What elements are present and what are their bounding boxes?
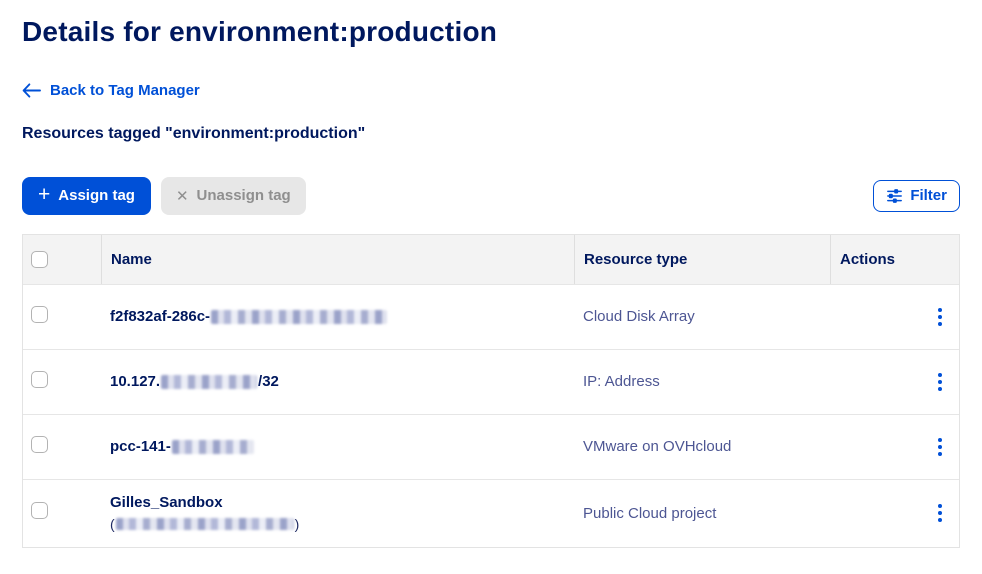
kebab-menu-icon[interactable] (932, 369, 948, 395)
plus-icon: + (38, 186, 50, 204)
table-row: f2f832af-286c- Cloud Disk Array (23, 284, 959, 349)
subtitle: Resources tagged "environment:production… (22, 125, 960, 143)
unassign-tag-button[interactable]: ✕ Unassign tag (161, 177, 306, 215)
resource-name: pcc-141- (110, 437, 171, 456)
table-row: pcc-141- VMware on OVHcloud (23, 414, 959, 479)
row-actions-cell (830, 304, 959, 330)
page-title: Details for environment:production (22, 16, 960, 48)
filter-button[interactable]: Filter (873, 180, 960, 212)
row-checkbox[interactable] (31, 436, 48, 453)
resource-name-cell: f2f832af-286c- (101, 307, 574, 326)
resource-type-cell: Cloud Disk Array (574, 308, 830, 325)
kebab-menu-icon[interactable] (932, 500, 948, 526)
select-all-checkbox[interactable] (31, 251, 48, 268)
row-checkbox[interactable] (31, 306, 48, 323)
column-header-name: Name (101, 235, 574, 284)
kebab-menu-icon[interactable] (932, 304, 948, 330)
row-actions-cell (830, 500, 959, 526)
column-header-actions: Actions (830, 235, 959, 284)
resource-type-cell: Public Cloud project (574, 505, 830, 522)
arrow-left-icon (22, 83, 41, 98)
unassign-tag-label: Unassign tag (197, 187, 291, 204)
resource-name-cell: Gilles_Sandbox () (101, 493, 574, 534)
kebab-menu-icon[interactable] (932, 434, 948, 460)
row-checkbox-cell (23, 306, 101, 328)
page: Details for environment:production Back … (0, 16, 982, 548)
row-checkbox-cell (23, 371, 101, 393)
row-checkbox[interactable] (31, 371, 48, 388)
assign-tag-label: Assign tag (58, 187, 135, 204)
sliders-icon (886, 188, 903, 204)
close-icon: ✕ (176, 187, 189, 205)
row-checkbox[interactable] (31, 502, 48, 519)
table-row: Gilles_Sandbox () Public Cloud project (23, 479, 959, 547)
assign-tag-button[interactable]: + Assign tag (22, 177, 151, 215)
row-checkbox-cell (23, 502, 101, 524)
header-checkbox-cell (23, 235, 101, 284)
back-link-label: Back to Tag Manager (50, 82, 200, 99)
table-header-row: Name Resource type Actions (23, 235, 959, 284)
redacted-text (172, 440, 254, 454)
resource-name: Gilles_Sandbox (110, 493, 223, 512)
toolbar: + Assign tag ✕ Unassign tag (22, 177, 960, 215)
table-row: 10.127./32 IP: Address (23, 349, 959, 414)
resources-table: Name Resource type Actions f2f832af-286c… (22, 234, 960, 548)
filter-label: Filter (910, 187, 947, 204)
row-actions-cell (830, 434, 959, 460)
row-checkbox-cell (23, 436, 101, 458)
column-header-resource-type: Resource type (574, 235, 830, 284)
resource-name: 10.127. (110, 372, 160, 391)
resource-type-cell: VMware on OVHcloud (574, 438, 830, 455)
resource-name: f2f832af-286c- (110, 307, 210, 326)
resource-type-cell: IP: Address (574, 373, 830, 390)
resource-name-cell: 10.127./32 (101, 372, 574, 391)
resource-name-cell: pcc-141- (101, 437, 574, 456)
row-actions-cell (830, 369, 959, 395)
redacted-text (161, 375, 257, 389)
redacted-text (211, 310, 387, 324)
back-link[interactable]: Back to Tag Manager (22, 81, 200, 99)
redacted-text (116, 518, 294, 530)
